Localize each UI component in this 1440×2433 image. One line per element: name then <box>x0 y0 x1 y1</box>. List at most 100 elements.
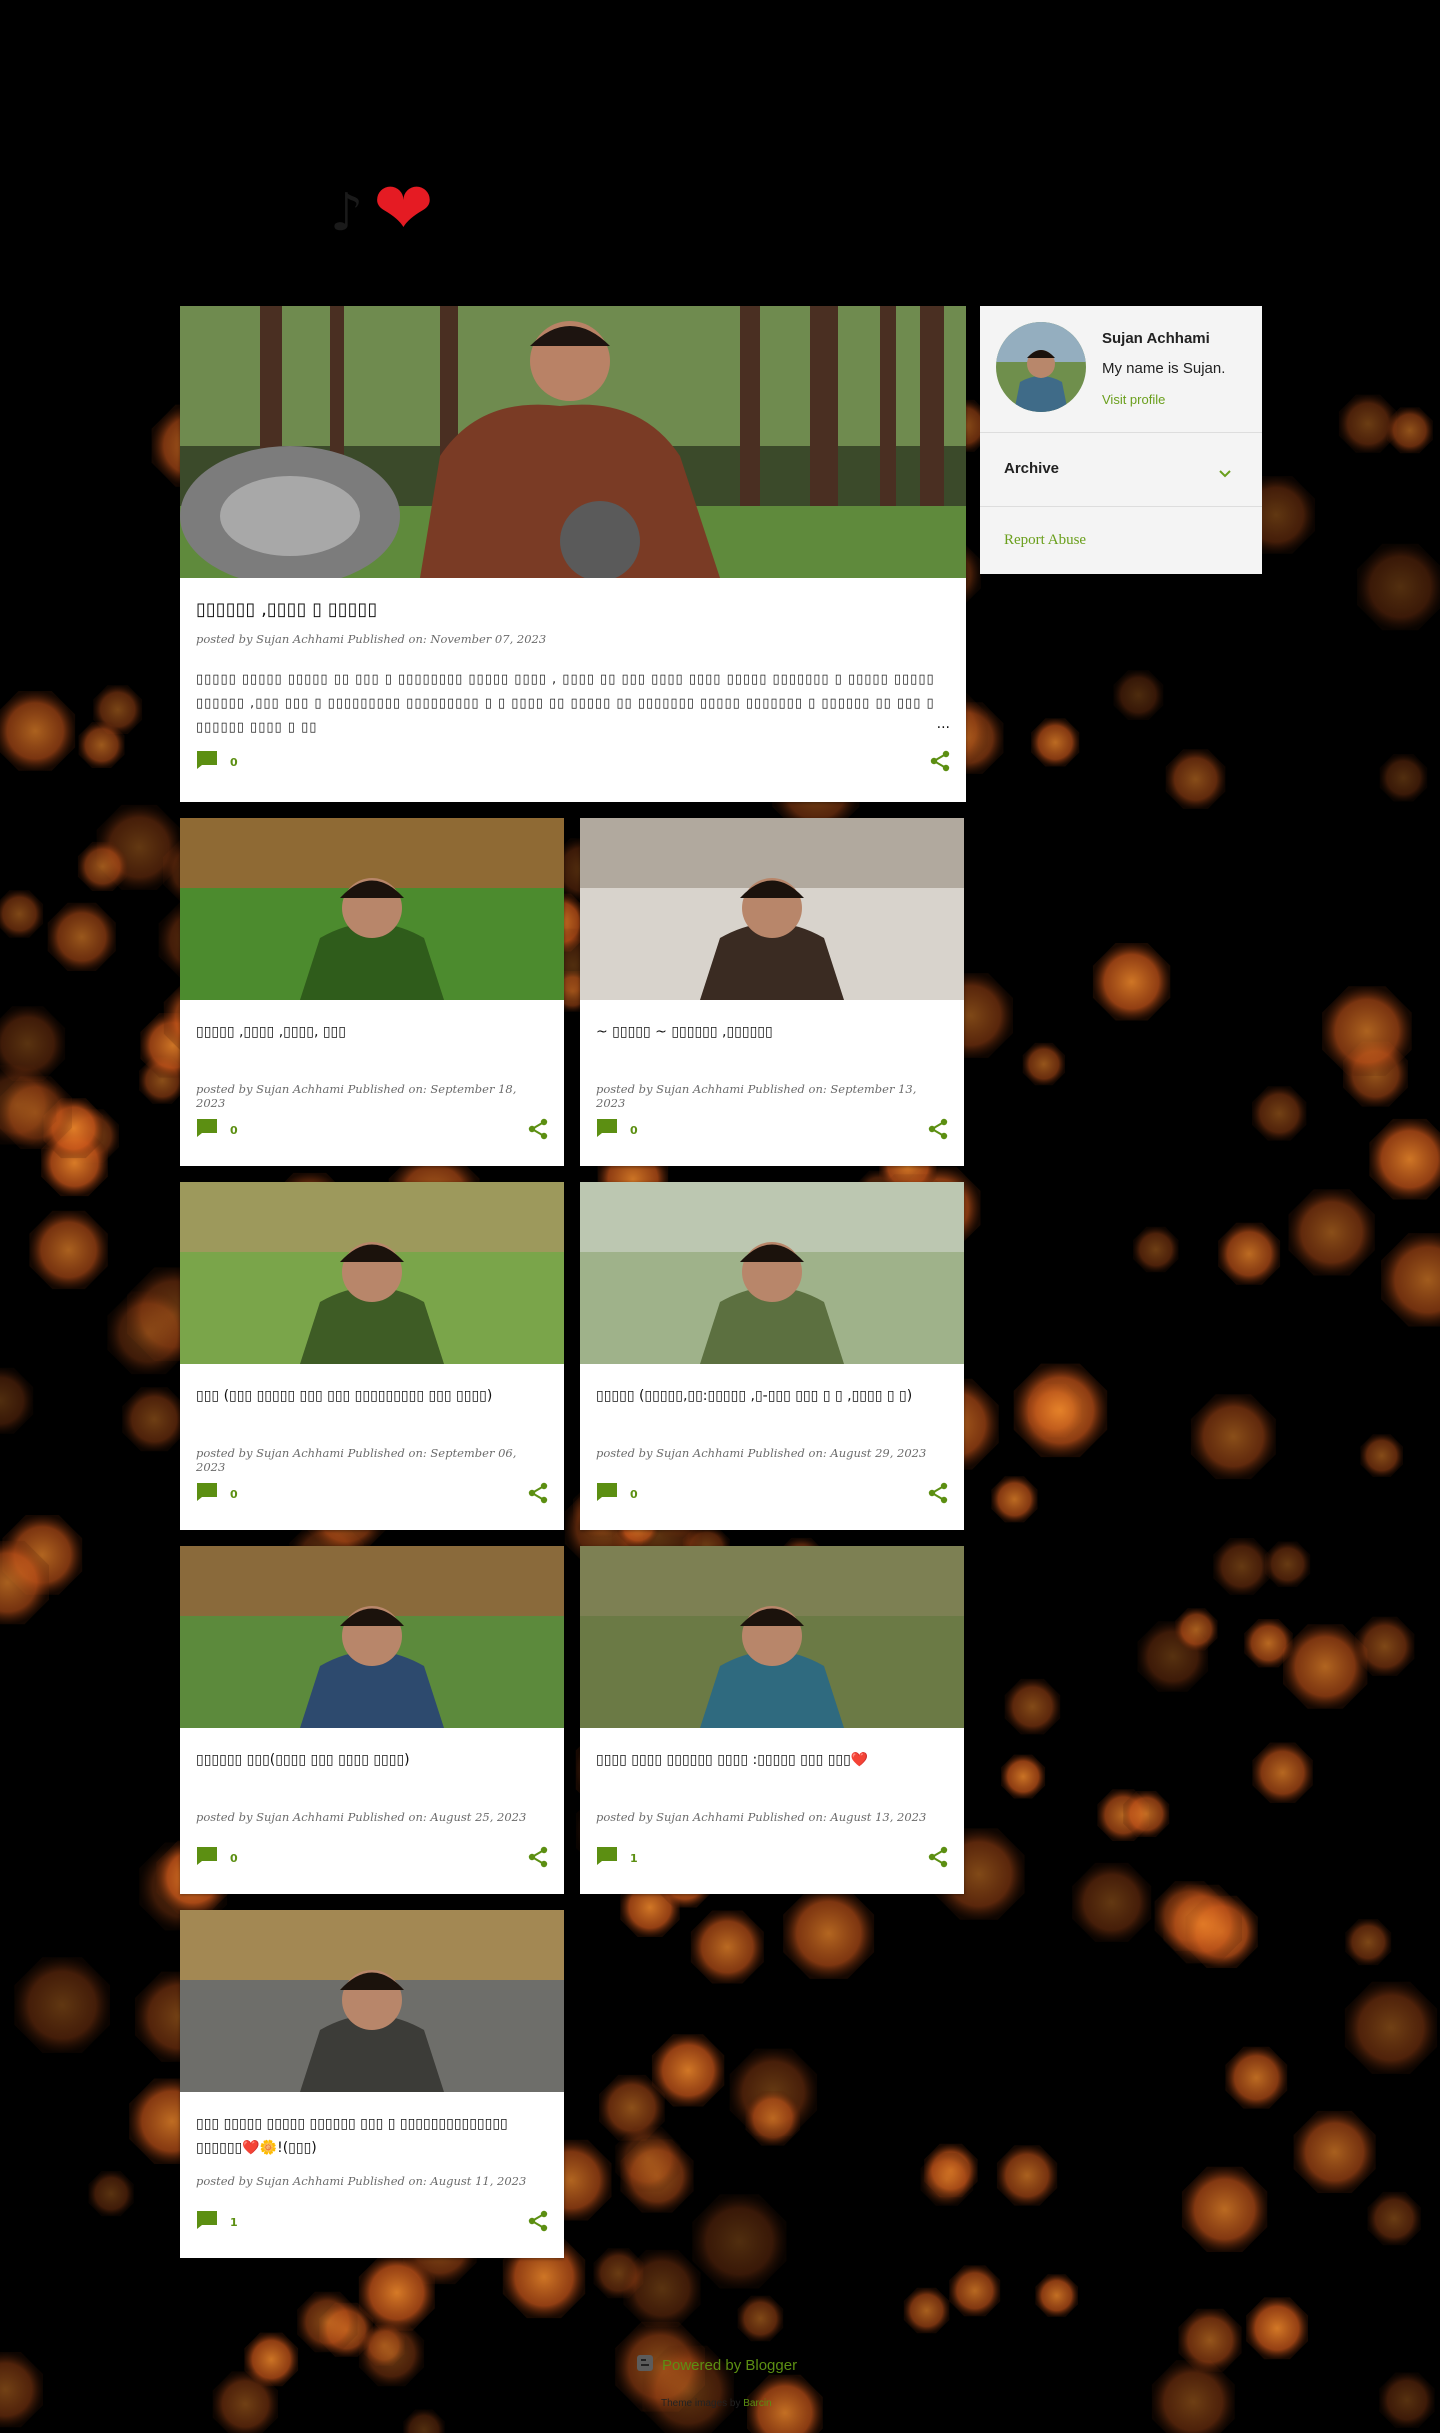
bokeh-light <box>1288 1189 1375 1276</box>
bokeh-light <box>920 2153 974 2206</box>
bokeh-light <box>1345 1919 1392 1966</box>
bokeh-light <box>14 1957 110 2053</box>
bokeh-light <box>1252 1086 1307 1141</box>
divider <box>980 432 1262 433</box>
post-title[interactable]: ▯▯▯ (▯▯▯ ▯▯▯▯▯ ▯▯▯ ▯▯▯ ▯▯▯▯▯▯▯▯▯ ▯▯▯ ▯▯▯… <box>196 1384 548 1408</box>
theme-author-link[interactable]: Barcin <box>743 2398 771 2409</box>
share-icon[interactable] <box>930 750 950 776</box>
archive-toggle[interactable]: Archive <box>1004 460 1059 477</box>
bokeh-light <box>77 841 128 891</box>
share-icon[interactable] <box>528 1482 548 1508</box>
bokeh-light <box>122 1387 187 1452</box>
post-image[interactable] <box>580 818 964 1000</box>
bokeh-light <box>996 2145 1058 2206</box>
bokeh-light <box>1246 2297 1308 2360</box>
bokeh-light <box>1163 1884 1243 1964</box>
bokeh-light <box>783 1888 875 1979</box>
post-card[interactable]: ▯▯▯▯▯ ,▯▯▯▯ ,▯▯▯▯, ▯▯▯ posted by Sujan A… <box>180 818 564 1166</box>
featured-post-image[interactable] <box>180 306 966 578</box>
bokeh-light <box>1360 1434 1403 1477</box>
bokeh-light <box>690 1910 764 1984</box>
comment-link[interactable]: 0 <box>596 1482 638 1506</box>
comment-link[interactable]: 0 <box>196 1118 238 1142</box>
post-title[interactable]: ▯▯▯▯▯▯ ,▯▯▯▯ ▯ ▯▯▯▯▯ <box>196 598 950 622</box>
bokeh-light <box>1293 2110 1376 2193</box>
post-title[interactable]: ▯▯▯▯ ▯▯▯▯ ▯▯▯▯▯▯ ▯▯▯▯ :▯▯▯▯▯ ▯▯▯ ▯▯▯❤️ <box>596 1748 948 1772</box>
post-meta: posted by Sujan Achhami Published on: Au… <box>596 1446 927 1460</box>
bokeh-light <box>358 2321 425 2387</box>
share-icon[interactable] <box>528 1118 548 1144</box>
share-icon[interactable] <box>928 1118 948 1144</box>
visit-profile-link[interactable]: Visit profile <box>1102 392 1165 407</box>
profile-name[interactable]: Sujan Achhami <box>1102 330 1210 347</box>
post-image[interactable] <box>180 1546 564 1728</box>
comment-icon <box>196 2210 218 2234</box>
theme-credit-prefix: Theme images by <box>661 2398 741 2409</box>
post-title[interactable]: ▯▯▯▯▯ ,▯▯▯▯ ,▯▯▯▯, ▯▯▯ <box>196 1020 548 1044</box>
bokeh-light <box>1181 2166 1268 2252</box>
comment-icon <box>196 750 218 774</box>
post-meta: posted by Sujan Achhami Published on: Au… <box>596 1810 927 1824</box>
comment-icon <box>196 1118 218 1142</box>
post-card[interactable]: ▯▯▯ (▯▯▯ ▯▯▯▯▯ ▯▯▯ ▯▯▯ ▯▯▯▯▯▯▯▯▯ ▯▯▯ ▯▯▯… <box>180 1182 564 1530</box>
share-icon[interactable] <box>928 1482 948 1508</box>
bokeh-light <box>1367 2191 1421 2246</box>
post-title[interactable]: ▯▯▯▯▯ (▯▯▯▯▯,▯▯:▯▯▯▯▯ ,▯-▯▯▯ ▯▯▯ ▯ ▯ ,▯▯… <box>596 1384 948 1408</box>
share-icon[interactable] <box>528 2210 548 2236</box>
bokeh-light <box>1092 943 1171 1021</box>
post-card[interactable]: ▯▯▯▯▯ (▯▯▯▯▯,▯▯:▯▯▯▯▯ ,▯-▯▯▯ ▯▯▯ ▯ ▯ ,▯▯… <box>580 1182 964 1530</box>
comment-link[interactable]: 0 <box>196 750 238 774</box>
heart-icon: ❤ <box>373 166 434 250</box>
share-icon[interactable] <box>928 1846 948 1872</box>
bokeh-light <box>0 890 44 938</box>
post-image[interactable] <box>180 1910 564 2092</box>
post-title[interactable]: ▯▯▯ ▯▯▯▯▯ ▯▯▯▯▯ ▯▯▯▯▯▯ ▯▯▯ ▯ ▯▯▯▯▯▯▯▯▯▯▯… <box>196 2112 548 2160</box>
comment-link[interactable]: 1 <box>196 2210 238 2234</box>
music-note-icon: ♪ <box>330 183 364 244</box>
post-title[interactable]: ~ ▯▯▯▯▯ ~ ▯▯▯▯▯▯ ,▯▯▯▯▯▯ <box>596 1020 948 1044</box>
bokeh-light <box>623 2249 701 2328</box>
comment-count: 0 <box>230 1487 238 1501</box>
bokeh-light <box>745 2091 801 2146</box>
bokeh-light <box>692 2194 787 2289</box>
bokeh-light <box>107 1291 190 1375</box>
share-icon[interactable] <box>528 1846 548 1872</box>
post-card[interactable]: ▯▯▯▯ ▯▯▯▯ ▯▯▯▯▯▯ ▯▯▯▯ :▯▯▯▯▯ ▯▯▯ ▯▯▯❤️ p… <box>580 1546 964 1894</box>
post-title[interactable]: ▯▯▯▯▯▯ ▯▯▯(▯▯▯▯ ▯▯▯ ▯▯▯▯ ▯▯▯▯) <box>196 1748 548 1772</box>
blog-title[interactable]: ♪ ❤ <box>330 172 434 244</box>
bokeh-light <box>0 1367 34 1434</box>
bokeh-light <box>29 1210 108 1290</box>
comment-count: 1 <box>230 2215 238 2229</box>
bokeh-light <box>1322 986 1412 1076</box>
comment-count: 0 <box>230 1851 238 1865</box>
avatar[interactable] <box>996 322 1086 412</box>
bokeh-light <box>651 2034 725 2107</box>
post-card[interactable]: ▯▯▯▯▯▯ ▯▯▯(▯▯▯▯ ▯▯▯ ▯▯▯▯ ▯▯▯▯) posted by… <box>180 1546 564 1894</box>
comment-link[interactable]: 0 <box>196 1846 238 1870</box>
post-image[interactable] <box>580 1546 964 1728</box>
comment-link[interactable]: 0 <box>196 1482 238 1506</box>
bokeh-light <box>949 2265 1001 2317</box>
post-card[interactable]: ▯▯▯ ▯▯▯▯▯ ▯▯▯▯▯ ▯▯▯▯▯▯ ▯▯▯ ▯ ▯▯▯▯▯▯▯▯▯▯▯… <box>180 1910 564 2258</box>
powered-by-blogger-link[interactable]: Powered by Blogger <box>636 2354 797 2376</box>
bokeh-light <box>615 2126 681 2192</box>
comment-link[interactable]: 0 <box>596 1118 638 1142</box>
bokeh-light <box>1355 1616 1415 1676</box>
bokeh-light <box>1244 1619 1293 1668</box>
bokeh-light <box>1252 1742 1313 1803</box>
post-image[interactable] <box>580 1182 964 1364</box>
bokeh-light <box>1264 1541 1311 1587</box>
bokeh-light <box>737 2295 784 2342</box>
comment-link[interactable]: 1 <box>596 1846 638 1870</box>
bokeh-light <box>88 2171 134 2217</box>
post-image[interactable] <box>180 1182 564 1364</box>
post-meta: posted by Sujan Achhami Published on: No… <box>196 632 547 646</box>
bokeh-light <box>1344 1981 1438 2074</box>
featured-post[interactable]: ▯▯▯▯▯▯ ,▯▯▯▯ ▯ ▯▯▯▯▯ posted by Sujan Ach… <box>180 306 966 802</box>
post-card[interactable]: ~ ▯▯▯▯▯ ~ ▯▯▯▯▯▯ ,▯▯▯▯▯▯ posted by Sujan… <box>580 818 964 1166</box>
chevron-down-icon[interactable] <box>1218 464 1232 483</box>
blogger-icon <box>636 2354 654 2376</box>
post-image[interactable] <box>180 818 564 1000</box>
bokeh-light <box>1072 1862 1152 1942</box>
report-abuse-link[interactable]: Report Abuse <box>1004 532 1086 549</box>
